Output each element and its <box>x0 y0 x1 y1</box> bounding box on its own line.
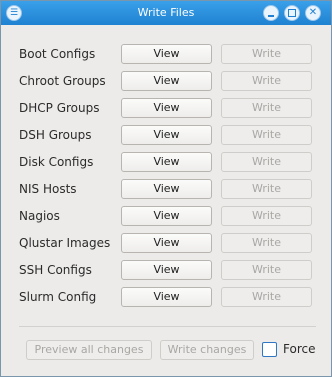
write-button[interactable]: Write <box>221 233 312 253</box>
row-label: Disk Configs <box>19 155 94 169</box>
row-ssh-configs: SSH Configs View Write <box>19 260 319 280</box>
view-button[interactable]: View <box>121 233 212 253</box>
row-label: SSH Configs <box>19 263 92 277</box>
view-button[interactable]: View <box>121 287 212 307</box>
view-button[interactable]: View <box>121 179 212 199</box>
write-button[interactable]: Write <box>221 206 312 226</box>
write-button[interactable]: Write <box>221 71 312 91</box>
write-button[interactable]: Write <box>221 179 312 199</box>
maximize-icon[interactable] <box>284 5 300 21</box>
footer-separator <box>19 326 316 327</box>
preview-all-changes-button[interactable]: Preview all changes <box>26 340 152 360</box>
row-label: NIS Hosts <box>19 182 77 196</box>
row-label: Slurm Config <box>19 290 97 304</box>
row-label: Qlustar Images <box>19 236 111 250</box>
view-button[interactable]: View <box>121 206 212 226</box>
write-button[interactable]: Write <box>221 287 312 307</box>
row-label: Chroot Groups <box>19 74 106 88</box>
view-button[interactable]: View <box>121 71 212 91</box>
row-label: Boot Configs <box>19 47 96 61</box>
force-label: Force <box>283 342 316 356</box>
write-button[interactable]: Write <box>221 260 312 280</box>
force-checkbox[interactable] <box>262 342 277 357</box>
row-dsh-groups: DSH Groups View Write <box>19 125 319 145</box>
write-button[interactable]: Write <box>221 44 312 64</box>
window-title: Write Files <box>137 6 195 19</box>
close-icon[interactable]: ✕ <box>305 5 321 21</box>
write-button[interactable]: Write <box>221 152 312 172</box>
row-nis-hosts: NIS Hosts View Write <box>19 179 319 199</box>
view-button[interactable]: View <box>121 44 212 64</box>
row-chroot-groups: Chroot Groups View Write <box>19 71 319 91</box>
view-button[interactable]: View <box>121 98 212 118</box>
view-button[interactable]: View <box>121 260 212 280</box>
write-button[interactable]: Write <box>221 98 312 118</box>
row-boot-configs: Boot Configs View Write <box>19 44 319 64</box>
row-label: DSH Groups <box>19 128 92 142</box>
row-dhcp-groups: DHCP Groups View Write <box>19 98 319 118</box>
view-button[interactable]: View <box>121 152 212 172</box>
minimize-icon[interactable] <box>263 5 279 21</box>
write-button[interactable]: Write <box>221 125 312 145</box>
row-disk-configs: Disk Configs View Write <box>19 152 319 172</box>
close-glyph: ✕ <box>308 7 318 18</box>
row-slurm-config: Slurm Config View Write <box>19 287 319 307</box>
write-changes-button[interactable]: Write changes <box>160 340 254 360</box>
row-label: Nagios <box>19 209 60 223</box>
row-nagios: Nagios View Write <box>19 206 319 226</box>
view-button[interactable]: View <box>121 125 212 145</box>
write-files-window: ☰ Write Files ✕ Boot Configs View Write … <box>0 0 332 377</box>
row-qlustar-images: Qlustar Images View Write <box>19 233 319 253</box>
row-label: DHCP Groups <box>19 101 100 115</box>
title-bar[interactable]: ☰ Write Files ✕ <box>1 1 331 25</box>
